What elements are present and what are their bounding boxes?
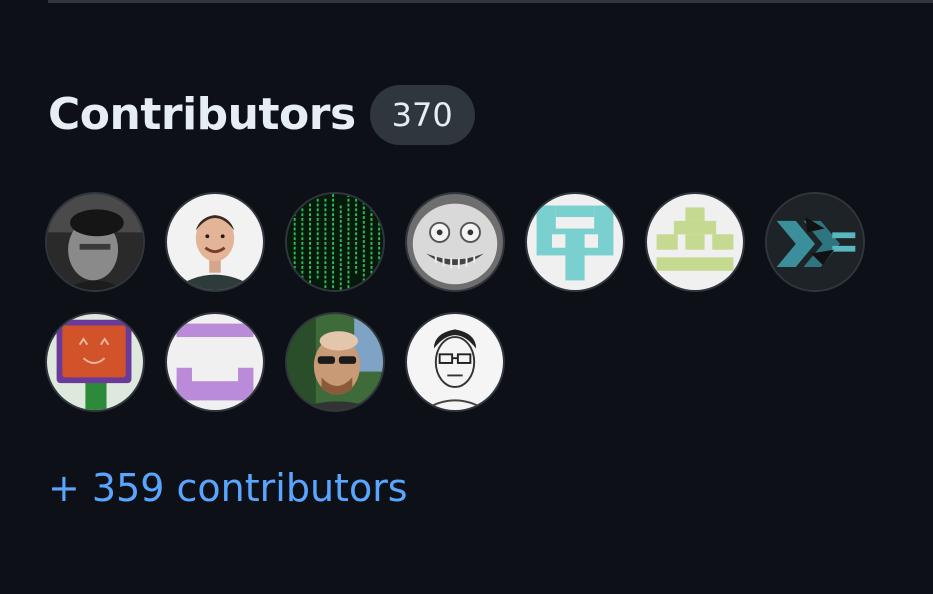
person-sketch-glasses-icon	[407, 314, 503, 410]
contributor-avatar-9[interactable]	[165, 312, 265, 412]
contributor-avatar-6[interactable]	[645, 192, 745, 292]
purple-identicon-icon	[167, 314, 263, 410]
more-contributors-link[interactable]: + 359 contributors	[48, 466, 408, 512]
grinning-mask-face-icon	[407, 194, 503, 290]
contributors-title-link[interactable]: Contributors	[48, 93, 356, 137]
person-photo-sunglasses-icon	[287, 314, 383, 410]
contributors-count-badge: 370	[369, 85, 475, 145]
contributor-avatar-5[interactable]	[525, 192, 625, 292]
person-photo-bw-icon	[47, 194, 143, 290]
contributor-avatar-8[interactable]	[45, 312, 145, 412]
section-divider	[48, 0, 933, 3]
contributors-panel: Contributors 370 + 359 contributors	[0, 0, 933, 594]
contributors-header: Contributors 370	[48, 84, 475, 146]
contributor-avatar-7[interactable]	[765, 192, 865, 292]
contributor-avatar-1[interactable]	[45, 192, 145, 292]
person-photo-smiling-icon	[167, 194, 263, 290]
matrix-code-pattern-icon	[287, 194, 383, 290]
contributor-avatar-10[interactable]	[285, 312, 385, 412]
contributor-avatar-3[interactable]	[285, 192, 385, 292]
contributor-avatar-2[interactable]	[165, 192, 265, 292]
xmonad-logo-icon	[767, 194, 863, 290]
contributor-avatar-4[interactable]	[405, 192, 505, 292]
orange-smiley-box-icon	[47, 314, 143, 410]
green-identicon-icon	[647, 194, 743, 290]
contributor-avatar-11[interactable]	[405, 312, 505, 412]
teal-identicon-icon	[527, 194, 623, 290]
